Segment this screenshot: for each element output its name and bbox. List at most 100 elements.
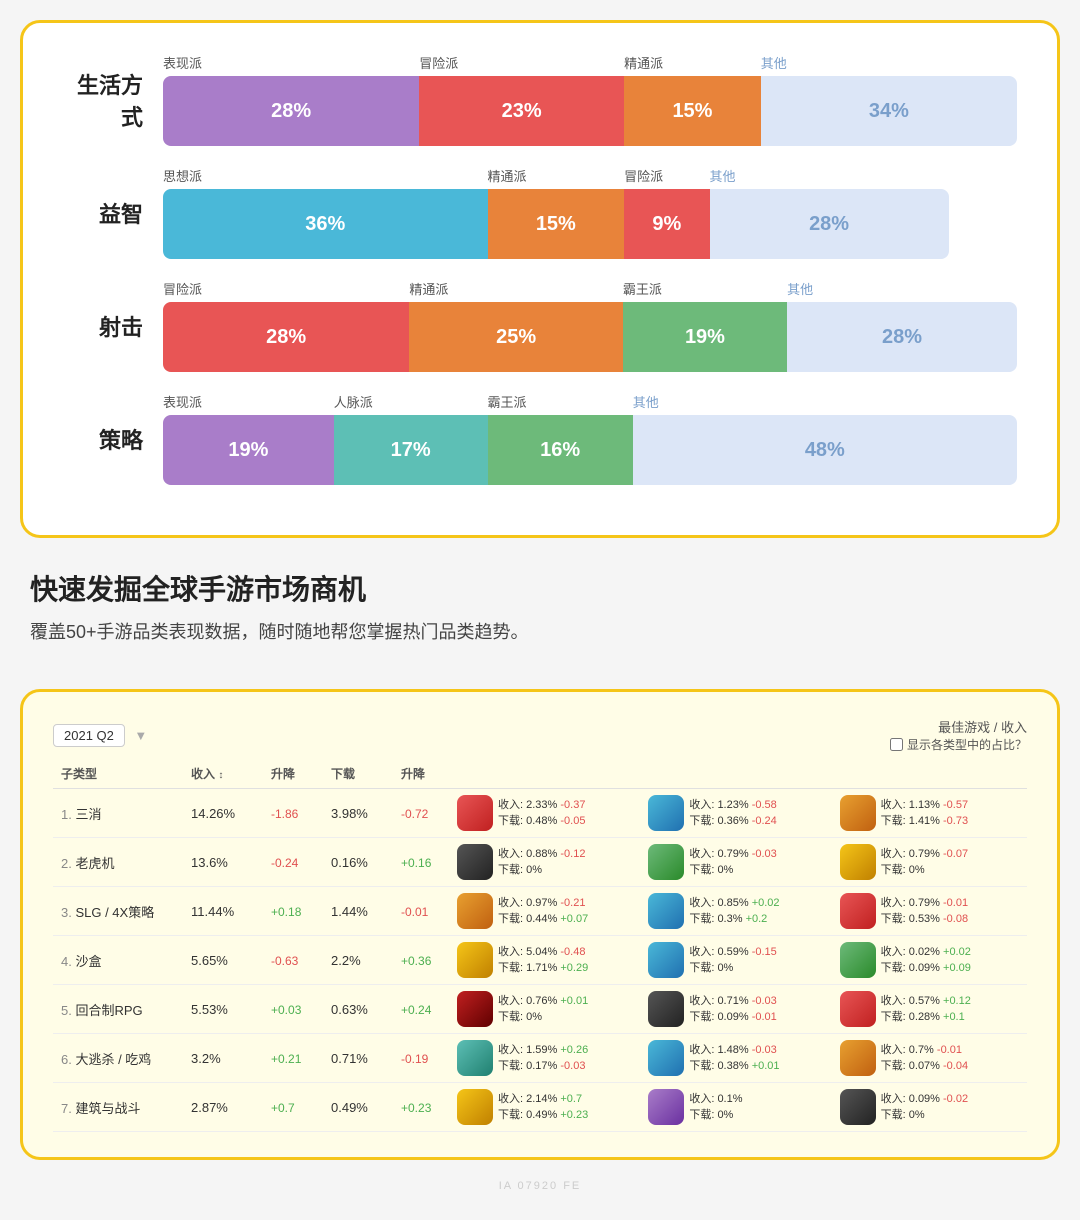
game-stats: 收入: 1.23% -0.58 下载: 0.36% -0.24 — [689, 797, 776, 830]
bar-container-puzzle: 思想派 精通派 冒险派 其他 36% 15% 9% 28% — [163, 166, 1017, 259]
game-stats: 收入: 0.97% -0.21 下载: 0.44% +0.07 — [498, 895, 588, 928]
cell-revenue: 2.87% — [183, 1083, 263, 1132]
cell-download: 0.16% — [323, 838, 393, 887]
cell-game-1: 收入: 0.1% 下载: 0% — [644, 1083, 835, 1132]
cell-game-0: 收入: 0.88% -0.12 下载: 0% — [453, 838, 644, 887]
category-row-shooter: 射击 冒险派 精通派 霸王派 其他 28% 25% 19% 28% — [63, 279, 1017, 372]
bar-shooter: 28% 25% 19% 28% — [163, 302, 1017, 372]
segment-lifestyle-2: 15% — [624, 76, 761, 146]
cell-download: 0.63% — [323, 985, 393, 1034]
table-row: 3. SLG / 4X策略11.44%+0.181.44%-0.01 收入: 0… — [53, 887, 1027, 936]
table-top: 2021 Q2 ▼ 最佳游戏 / 收入 显示各类型中的占比？ — [53, 717, 1027, 754]
cell-game-0: 收入: 0.76% +0.01 下载: 0% — [453, 985, 644, 1034]
segment-strategy-3: 48% — [633, 415, 1017, 485]
game-icon — [840, 844, 876, 880]
game-stats: 收入: 0.79% -0.01 下载: 0.53% -0.08 — [881, 895, 968, 928]
cell-game-0: 收入: 2.33% -0.37 下载: 0.48% -0.05 — [453, 789, 644, 838]
label-biaoyan: 表现派 — [163, 53, 419, 72]
cell-download: 2.2% — [323, 936, 393, 985]
cell-rev-change: -0.63 — [263, 936, 323, 985]
main-table: 子类型 收入 ↕ 升降 下载 升降 1. 三消14.26%-1.863.98%-… — [53, 759, 1027, 1132]
table-row: 1. 三消14.26%-1.863.98%-0.72 收入: 2.33% -0.… — [53, 789, 1027, 838]
ratio-checkbox-input[interactable] — [890, 738, 903, 751]
segment-puzzle-2: 9% — [624, 189, 709, 259]
game-icon — [840, 1089, 876, 1125]
cell-rev-change: +0.21 — [263, 1034, 323, 1083]
best-games-label: 最佳游戏 / 收入 显示各类型中的占比？ — [890, 717, 1027, 754]
label-maoxian3: 冒险派 — [163, 279, 409, 298]
game-icon — [457, 942, 493, 978]
cell-download: 0.71% — [323, 1034, 393, 1083]
category-row-lifestyle: 生活方式 表现派 冒险派 精通派 其他 28% 23% 15% 34% — [63, 53, 1017, 146]
bar-labels-puzzle: 思想派 精通派 冒险派 其他 — [163, 166, 1017, 185]
table-row: 7. 建筑与战斗2.87%+0.70.49%+0.23 收入: 2.14% +0… — [53, 1083, 1027, 1132]
cell-rev-change: +0.03 — [263, 985, 323, 1034]
game-icon — [840, 1040, 876, 1076]
th-best-games — [453, 759, 1027, 789]
category-row-strategy: 策略 表现派 人脉派 霸王派 其他 19% 17% 16% 48% — [63, 392, 1017, 485]
cell-game-0: 收入: 5.04% -0.48 下载: 1.71% +0.29 — [453, 936, 644, 985]
table-row: 5. 回合制RPG5.53%+0.030.63%+0.24 收入: 0.76% … — [53, 985, 1027, 1034]
quarter-dropdown-icon[interactable]: ▼ — [134, 728, 147, 743]
cell-download: 3.98% — [323, 789, 393, 838]
game-stats: 收入: 0.79% -0.07 下载: 0% — [881, 846, 968, 879]
cell-dl-change: +0.23 — [393, 1083, 453, 1132]
bar-container-strategy: 表现派 人脉派 霸王派 其他 19% 17% 16% 48% — [163, 392, 1017, 485]
cell-name: 6. 大逃杀 / 吃鸡 — [53, 1034, 183, 1083]
cell-dl-change: -0.19 — [393, 1034, 453, 1083]
game-stats: 收入: 1.59% +0.26 下载: 0.17% -0.03 — [498, 1042, 588, 1075]
th-revenue: 收入 ↕ — [183, 759, 263, 789]
th-subtype: 子类型 — [53, 759, 183, 789]
segment-puzzle-3: 28% — [710, 189, 949, 259]
cell-name: 7. 建筑与战斗 — [53, 1083, 183, 1132]
label-sixiang: 思想派 — [163, 166, 488, 185]
game-stats: 收入: 0.09% -0.02 下载: 0% — [881, 1091, 968, 1124]
cell-revenue: 13.6% — [183, 838, 263, 887]
segment-lifestyle-1: 23% — [419, 76, 624, 146]
quarter-badge[interactable]: 2021 Q2 — [53, 724, 125, 747]
game-stats: 收入: 5.04% -0.48 下载: 1.71% +0.29 — [498, 944, 588, 977]
quarter-area: 2021 Q2 ▼ — [53, 727, 147, 745]
cell-game-1: 收入: 1.48% -0.03 下载: 0.38% +0.01 — [644, 1034, 835, 1083]
section-title: 快速发掘全球手游市场商机 — [30, 568, 1050, 608]
segment-strategy-1: 17% — [334, 415, 488, 485]
bar-puzzle: 36% 15% 9% 28% — [163, 189, 1017, 259]
category-label-lifestyle: 生活方式 — [63, 68, 143, 132]
cell-revenue: 5.53% — [183, 985, 263, 1034]
cell-dl-change: -0.01 — [393, 887, 453, 936]
label-other2: 其他 — [710, 166, 949, 185]
game-icon — [648, 1040, 684, 1076]
th-rev-change: 升降 — [263, 759, 323, 789]
game-icon — [457, 844, 493, 880]
table-row: 2. 老虎机13.6%-0.240.16%+0.16 收入: 0.88% -0.… — [53, 838, 1027, 887]
cell-game-2: 收入: 0.79% -0.07 下载: 0% — [836, 838, 1027, 887]
cell-game-1: 收入: 1.23% -0.58 下载: 0.36% -0.24 — [644, 789, 835, 838]
bar-lifestyle: 28% 23% 15% 34% — [163, 76, 1017, 146]
cell-name: 3. SLG / 4X策略 — [53, 887, 183, 936]
watermark: IA 07920 FE — [20, 1180, 1060, 1192]
cell-name: 2. 老虎机 — [53, 838, 183, 887]
cell-game-2: 收入: 0.09% -0.02 下载: 0% — [836, 1083, 1027, 1132]
bar-labels-shooter: 冒险派 精通派 霸王派 其他 — [163, 279, 1017, 298]
game-stats: 收入: 2.14% +0.7 下载: 0.49% +0.23 — [498, 1091, 588, 1124]
game-stats: 收入: 0.1% 下载: 0% — [689, 1091, 742, 1124]
label-maoxian: 冒险派 — [419, 53, 624, 72]
category-row-puzzle: 益智 思想派 精通派 冒险派 其他 36% 15% 9% 28% — [63, 166, 1017, 259]
cell-rev-change: +0.7 — [263, 1083, 323, 1132]
segment-strategy-0: 19% — [163, 415, 334, 485]
label-renmai: 人脉派 — [334, 392, 488, 411]
game-stats: 收入: 0.57% +0.12 下载: 0.28% +0.1 — [881, 993, 971, 1026]
label-other3: 其他 — [787, 279, 1017, 298]
label-bawang: 霸王派 — [623, 279, 787, 298]
label-bawang2: 霸王派 — [488, 392, 633, 411]
show-ratio-checkbox[interactable]: 显示各类型中的占比？ — [890, 736, 1027, 753]
cell-name: 5. 回合制RPG — [53, 985, 183, 1034]
bar-labels-strategy: 表现派 人脉派 霸王派 其他 — [163, 392, 1017, 411]
segment-shooter-1: 25% — [409, 302, 623, 372]
table-head: 子类型 收入 ↕ 升降 下载 升降 — [53, 759, 1027, 789]
bar-container-lifestyle: 表现派 冒险派 精通派 其他 28% 23% 15% 34% — [163, 53, 1017, 146]
cell-game-1: 收入: 0.71% -0.03 下载: 0.09% -0.01 — [644, 985, 835, 1034]
table-row: 6. 大逃杀 / 吃鸡3.2%+0.210.71%-0.19 收入: 1.59%… — [53, 1034, 1027, 1083]
th-download: 下载 — [323, 759, 393, 789]
game-stats: 收入: 1.13% -0.57 下载: 1.41% -0.73 — [881, 797, 968, 830]
